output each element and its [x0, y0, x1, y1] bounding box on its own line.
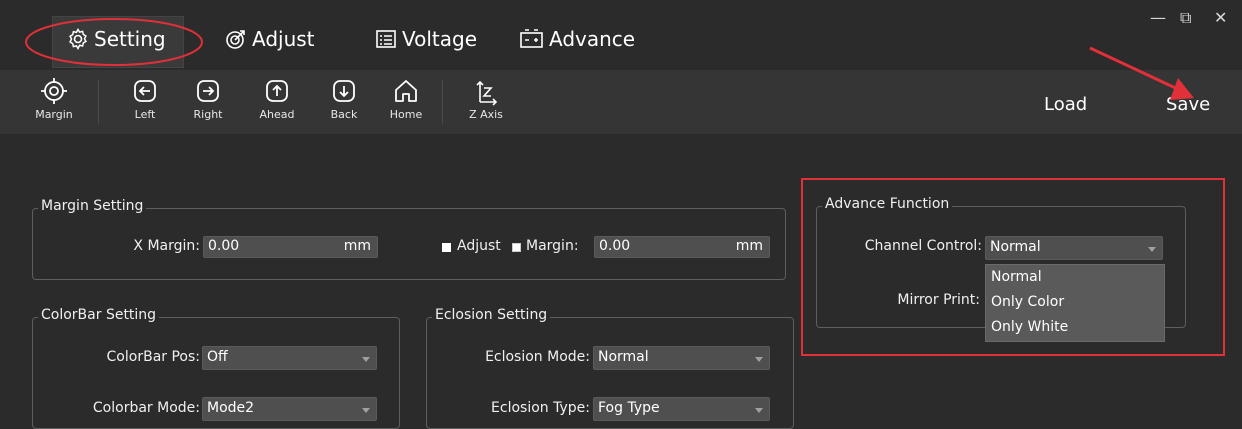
margin-value: 0.00	[599, 238, 631, 254]
chevron-down-icon	[755, 408, 763, 413]
margin-checkbox-checked[interactable]	[512, 243, 521, 252]
eclosion-mode-value: Normal	[598, 349, 649, 365]
x-margin-value: 0.00	[208, 238, 240, 254]
adjust-checkbox[interactable]	[442, 243, 451, 252]
back-tool-button[interactable]: Back	[316, 76, 372, 121]
tab-adjust-label: Adjust	[252, 27, 315, 51]
colorbar-setting-title: ColorBar Setting	[38, 307, 160, 323]
home-icon	[395, 80, 417, 102]
z-axis-tool-label: Z Axis	[469, 108, 503, 121]
channel-control-select[interactable]: Normal	[985, 236, 1163, 260]
eclosion-mode-select[interactable]: Normal	[593, 346, 770, 370]
option-only-white[interactable]: Only White	[986, 315, 1164, 340]
colorbar-pos-label: ColorBar Pos:	[106, 349, 200, 365]
colorbar-mode-value: Mode2	[207, 400, 255, 416]
colorbar-pos-value: Off	[207, 349, 228, 365]
toolbar-separator	[98, 80, 99, 124]
chevron-down-icon	[362, 357, 370, 362]
margin-input[interactable]: 0.00 mm	[594, 236, 770, 258]
tab-voltage[interactable]: Voltage	[374, 17, 477, 61]
colorbar-mode-select[interactable]: Mode2	[202, 397, 377, 421]
list-icon	[376, 30, 396, 48]
chevron-down-icon	[362, 408, 370, 413]
crosshair-icon	[41, 78, 67, 104]
ahead-tool-label: Ahead	[259, 108, 295, 121]
home-tool-label: Home	[389, 108, 423, 121]
margin-unit: mm	[735, 238, 763, 254]
tab-adjust[interactable]: Adjust	[224, 17, 315, 61]
channel-control-value: Normal	[990, 239, 1041, 255]
left-tool-button[interactable]: Left	[117, 76, 173, 121]
z-axis-icon	[476, 80, 498, 106]
home-tool-button[interactable]: Home	[378, 76, 434, 121]
right-tool-button[interactable]: Right	[180, 76, 236, 121]
eclosion-type-label: Eclosion Type:	[491, 400, 590, 416]
colorbar-mode-label: Colorbar Mode:	[92, 400, 200, 416]
restore-button[interactable]: ⧉	[1180, 8, 1191, 28]
mirror-print-label: Mirror Print:	[897, 292, 980, 308]
chevron-down-icon	[1148, 247, 1156, 252]
highlight-arrow	[1089, 46, 1194, 100]
z-axis-tool-button[interactable]: Z Axis	[458, 76, 514, 121]
target-icon	[226, 30, 245, 49]
chevron-down-icon	[755, 357, 763, 362]
margin-tool-button[interactable]: Margin	[26, 76, 82, 121]
tab-advance-label: Advance	[549, 27, 636, 51]
battery-icon	[520, 29, 543, 48]
x-margin-label: X Margin:	[133, 238, 200, 254]
colorbar-pos-select[interactable]: Off	[202, 346, 377, 370]
arrow-down-icon	[333, 80, 355, 102]
ahead-tool-button[interactable]: Ahead	[249, 76, 305, 121]
close-button[interactable]: ✕	[1214, 8, 1227, 27]
arrow-up-icon	[266, 80, 288, 102]
right-tool-label: Right	[193, 108, 223, 121]
arrow-left-icon	[134, 80, 156, 102]
highlight-ellipse	[25, 18, 203, 66]
margin-setting-title: Margin Setting	[38, 198, 147, 214]
option-normal[interactable]: Normal	[986, 265, 1164, 290]
margin-label: Margin:	[526, 238, 579, 254]
x-margin-input[interactable]: 0.00 mm	[203, 236, 378, 258]
left-tool-label: Left	[134, 108, 156, 121]
channel-control-dropdown: Normal Only Color Only White	[985, 264, 1165, 342]
minimize-button[interactable]: —	[1150, 8, 1166, 27]
tab-voltage-label: Voltage	[402, 27, 478, 51]
margin-tool-label: Margin	[35, 108, 73, 121]
adjust-label: Adjust	[457, 238, 501, 254]
toolbar-separator	[442, 80, 443, 124]
eclosion-mode-label: Eclosion Mode:	[485, 349, 590, 365]
eclosion-setting-title: Eclosion Setting	[432, 307, 551, 323]
eclosion-type-value: Fog Type	[598, 400, 660, 416]
arrow-right-icon	[197, 80, 219, 102]
back-tool-label: Back	[330, 108, 358, 121]
advance-function-title: Advance Function	[822, 196, 953, 212]
tab-advance[interactable]: Advance	[519, 17, 635, 61]
x-margin-unit: mm	[343, 238, 371, 254]
eclosion-type-select[interactable]: Fog Type	[593, 397, 770, 421]
channel-control-label: Channel Control:	[864, 238, 982, 254]
option-only-color[interactable]: Only Color	[986, 290, 1164, 315]
